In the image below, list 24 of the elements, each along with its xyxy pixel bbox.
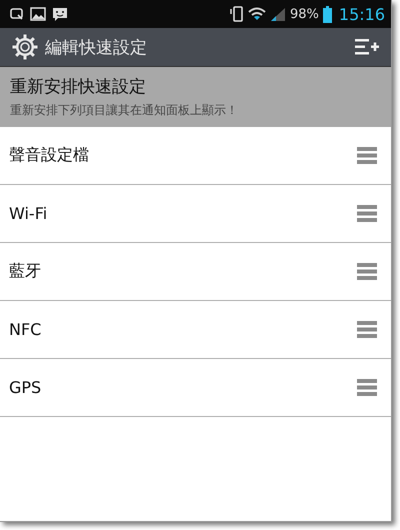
list-add-icon (355, 38, 379, 56)
drag-handle-icon[interactable] (357, 379, 377, 396)
clock: 15:16 (338, 4, 385, 24)
setting-label: 藍牙 (9, 261, 41, 282)
battery-percent: 98% (290, 6, 319, 22)
setting-label: Wi-Fi (9, 204, 48, 223)
window-title: 編輯快速設定 (45, 36, 148, 58)
section-subtitle: 重新安排下列項目讓其在通知面板上顯示！ (10, 102, 239, 119)
notification-icon (10, 8, 24, 20)
section-title: 重新安排快速設定 (10, 76, 147, 98)
battery-icon (322, 6, 332, 22)
signal-icon (270, 7, 286, 21)
setting-label: GPS (9, 378, 42, 397)
message-icon (52, 6, 68, 22)
drag-handle-icon[interactable] (357, 321, 377, 338)
image-icon (30, 7, 46, 21)
setting-label: NFC (9, 320, 42, 339)
drag-handle-icon[interactable] (357, 147, 377, 164)
settings-icon (12, 34, 38, 60)
drag-handle-icon[interactable] (357, 263, 377, 280)
vibrate-icon (230, 6, 244, 22)
wifi-icon (248, 7, 266, 21)
setting-label: 聲音設定檔 (9, 145, 89, 166)
drag-handle-icon[interactable] (357, 205, 377, 222)
